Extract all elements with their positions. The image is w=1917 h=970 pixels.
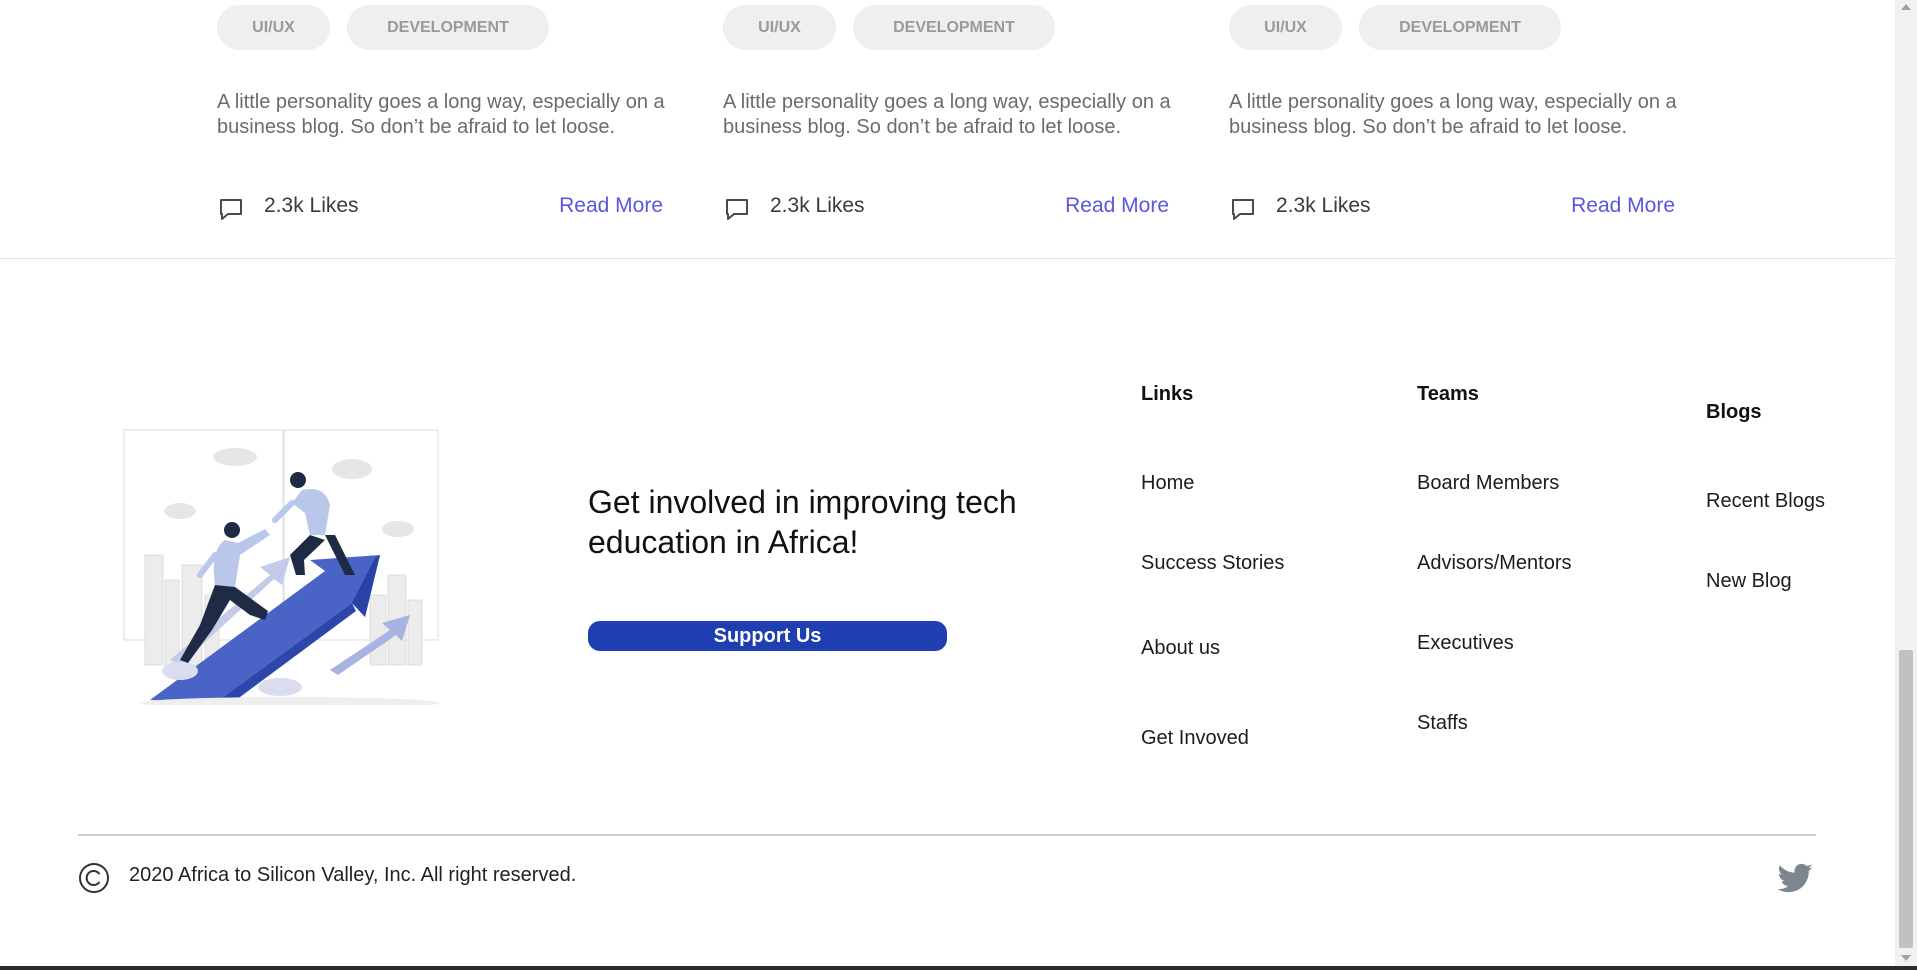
footer-link-about-us[interactable]: About us	[1141, 637, 1220, 660]
comment-icon	[220, 199, 242, 220]
tag-development[interactable]: DEVELOPMENT	[347, 5, 549, 50]
card-description: A little personality goes a long way, es…	[723, 91, 1171, 138]
card-description: A little personality goes a long way, es…	[1229, 91, 1677, 138]
tag-uiux[interactable]: UI/UX	[217, 5, 330, 50]
footer-link-advisors-mentors[interactable]: Advisors/Mentors	[1417, 552, 1572, 575]
page: UI/UX DEVELOPMENT A little personality g…	[0, 0, 1895, 966]
scroll-up-arrow[interactable]	[1901, 4, 1911, 10]
footer-link-board-members[interactable]: Board Members	[1417, 472, 1559, 495]
comment-icon	[726, 199, 748, 220]
tag-uiux[interactable]: UI/UX	[1229, 5, 1342, 50]
footer-link-staffs[interactable]: Staffs	[1417, 712, 1468, 735]
links-heading: Links	[1141, 383, 1194, 405]
window-bottom-edge	[0, 966, 1917, 970]
footer-link-recent-blogs[interactable]: Recent Blogs	[1706, 490, 1825, 513]
likes-count: 2.3k Likes	[1276, 194, 1371, 217]
comment-icon	[1232, 199, 1254, 220]
section-divider	[0, 258, 1895, 259]
footer-link-success-stories[interactable]: Success Stories	[1141, 552, 1284, 575]
cta-heading: Get involved in improving tech education…	[588, 484, 1017, 560]
teamwork-illustration	[123, 429, 440, 705]
teams-heading: Teams	[1417, 383, 1479, 405]
footer-divider	[78, 834, 1816, 836]
read-more-link[interactable]: Read More	[557, 194, 663, 218]
footer-link-executives[interactable]: Executives	[1417, 632, 1514, 655]
blog-card: UI/UX DEVELOPMENT A little personality g…	[1229, 0, 1689, 240]
footer-link-new-blog[interactable]: New Blog	[1706, 570, 1792, 593]
footer-link-get-involved[interactable]: Get Invoved	[1141, 727, 1249, 750]
tag-uiux[interactable]: UI/UX	[723, 5, 836, 50]
scrollbar-thumb[interactable]	[1899, 650, 1913, 948]
likes-count: 2.3k Likes	[770, 194, 865, 217]
support-us-button[interactable]: Support Us	[588, 621, 947, 651]
copyright-text: 2020 Africa to Silicon Valley, Inc. All …	[129, 864, 577, 886]
tag-development[interactable]: DEVELOPMENT	[1359, 5, 1561, 50]
blogs-heading: Blogs	[1706, 401, 1762, 423]
scroll-down-arrow[interactable]	[1901, 955, 1911, 961]
blog-card: UI/UX DEVELOPMENT A little personality g…	[217, 0, 677, 240]
copyright-icon	[79, 863, 109, 893]
card-description: A little personality goes a long way, es…	[217, 91, 665, 138]
vertical-scrollbar[interactable]	[1895, 0, 1917, 966]
read-more-link[interactable]: Read More	[1569, 194, 1675, 218]
tag-development[interactable]: DEVELOPMENT	[853, 5, 1055, 50]
footer-link-home[interactable]: Home	[1141, 472, 1194, 495]
blog-card: UI/UX DEVELOPMENT A little personality g…	[723, 0, 1183, 240]
twitter-icon[interactable]	[1774, 860, 1816, 898]
likes-count: 2.3k Likes	[264, 194, 359, 217]
read-more-link[interactable]: Read More	[1063, 194, 1169, 218]
